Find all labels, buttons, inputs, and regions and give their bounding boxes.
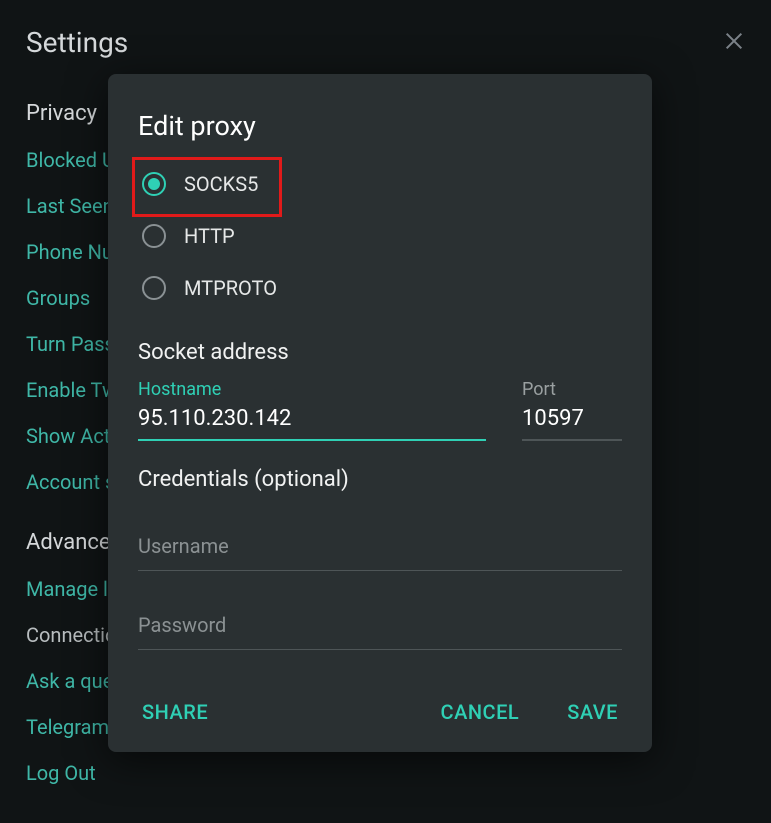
radio-http-label: HTTP xyxy=(184,224,235,248)
radio-dot-icon xyxy=(142,172,166,196)
radio-mtproto[interactable]: MTPROTO xyxy=(138,262,622,314)
password-field-wrap xyxy=(138,593,622,650)
password-input[interactable] xyxy=(138,593,622,650)
save-button[interactable]: SAVE xyxy=(563,694,622,730)
spacer xyxy=(252,694,396,730)
port-label: Port xyxy=(522,379,622,400)
hostname-field-wrap: Hostname xyxy=(138,379,486,441)
credentials-head: Credentials (optional) xyxy=(138,467,622,492)
socket-address-head: Socket address xyxy=(138,340,622,365)
radio-circle-icon xyxy=(142,276,166,300)
port-field-wrap: Port xyxy=(522,379,622,441)
username-field-wrap xyxy=(138,514,622,571)
settings-title: Settings xyxy=(26,26,128,59)
radio-circle-icon xyxy=(142,224,166,248)
address-row: Hostname Port xyxy=(138,379,622,441)
hostname-label: Hostname xyxy=(138,379,486,400)
radio-http[interactable]: HTTP xyxy=(138,210,622,262)
radio-mtproto-label: MTPROTO xyxy=(184,276,277,300)
edit-proxy-modal: Edit proxy SOCKS5 HTTP MTPROTO Socket ad… xyxy=(108,74,652,752)
link-log-out[interactable]: Log Out xyxy=(26,761,745,785)
share-button[interactable]: SHARE xyxy=(138,694,212,730)
port-input[interactable] xyxy=(522,406,622,441)
username-input[interactable] xyxy=(138,514,622,571)
hostname-input[interactable] xyxy=(138,406,486,441)
cancel-button[interactable]: CANCEL xyxy=(437,694,524,730)
radio-socks5[interactable]: SOCKS5 xyxy=(138,158,622,210)
radio-socks5-label: SOCKS5 xyxy=(184,172,258,196)
close-icon[interactable] xyxy=(723,30,745,56)
settings-header: Settings xyxy=(26,26,745,59)
modal-title: Edit proxy xyxy=(138,110,622,142)
modal-actions: SHARE CANCEL SAVE xyxy=(138,694,622,730)
